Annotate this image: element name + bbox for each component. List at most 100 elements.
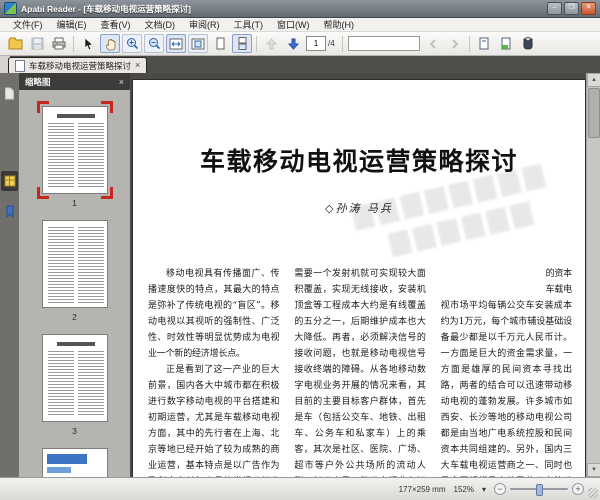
close-button[interactable]: ✕ [581, 2, 596, 15]
zoom-out-button[interactable] [144, 34, 164, 53]
up-arrow-icon [266, 38, 277, 50]
fit-width-icon [169, 38, 183, 50]
thumbnail-page-3[interactable] [42, 334, 108, 422]
page-size-label: 177×259 mm [399, 485, 446, 494]
paragraph: 需要一个发射机就可实现较大面积覆盖，实现无线接收，安装机顶盒等工程成本大约是有线… [294, 266, 425, 477]
save-icon [31, 37, 44, 50]
thumbnail-label: 2 [72, 312, 77, 322]
panel-title: 缩略图 [25, 76, 51, 88]
tab-close-icon[interactable]: × [135, 61, 140, 70]
find-previous-button[interactable] [423, 34, 443, 53]
app-window: Apabi Reader - [车载移动电视运营策略探讨] – ❐ ✕ 文件(F… [0, 0, 600, 500]
menu-view[interactable]: 查看(V) [94, 18, 138, 31]
panel-header: 缩略图 × [19, 73, 130, 90]
toolbar-separator [469, 36, 470, 52]
menu-help[interactable]: 帮助(H) [317, 18, 362, 31]
window-title: Apabi Reader - [车载移动电视运营策略探讨] [21, 3, 191, 15]
zoom-in-button-status[interactable]: + [572, 483, 584, 495]
highlight-tool-button[interactable] [496, 34, 516, 53]
hand-tool-button[interactable] [100, 34, 120, 53]
vertical-scrollbar[interactable]: ▲ ▼ [586, 73, 600, 477]
previous-page-button[interactable] [261, 34, 281, 53]
zoom-dropdown-icon[interactable]: ▾ [482, 485, 486, 494]
paragraph: 视市场平均每辆公交车安装成本约为1万元，每个城市辅设基础设备最少都是以千万元人民… [441, 298, 572, 477]
resize-grip[interactable] [588, 488, 598, 498]
fit-page-icon [191, 38, 205, 50]
maximize-button[interactable]: ❐ [564, 2, 579, 15]
print-button[interactable] [49, 34, 69, 53]
thumbnail-label: 3 [72, 426, 77, 436]
save-button[interactable] [27, 34, 47, 53]
page-total-label: /4 [328, 39, 335, 48]
toolbar-separator [256, 36, 257, 52]
thumbnail-page-4[interactable] [42, 448, 108, 477]
paragraph: 正是看到了这一产业的巨大前景，国内各大中城市都在积极进行数字移动电视的平台搭建和… [148, 362, 279, 477]
cursor-icon [82, 37, 94, 51]
zoom-slider-control: − + [494, 483, 584, 495]
continuous-page-button[interactable] [232, 34, 252, 53]
find-previous-icon [428, 39, 438, 49]
article-title: 车载移动电视运营策略探讨 [133, 142, 585, 178]
navigation-rail [0, 73, 20, 477]
thumbnails-panel-button[interactable] [1, 171, 18, 191]
continuous-page-icon [237, 37, 248, 50]
scroll-down-button[interactable]: ▼ [587, 463, 600, 477]
zoom-out-icon [148, 37, 161, 50]
tab-title: 车载移动电视运营策略探讨 [29, 60, 131, 72]
menu-review[interactable]: 审阅(R) [182, 18, 227, 31]
toolbar-separator [73, 36, 74, 52]
thumbnail-label: 1 [72, 198, 77, 208]
thumbnails-icon [4, 175, 16, 187]
note-icon [522, 37, 534, 50]
status-bar: 177×259 mm 152% ▾ − + [0, 477, 600, 500]
menu-tools[interactable]: 工具(T) [227, 18, 271, 31]
minimize-button[interactable]: – [547, 2, 562, 15]
open-button[interactable] [5, 34, 25, 53]
document-view: 车载移动电视运营策略探讨 ◇孙涛 马兵 移动电视具有传播面广、传播速度快的特点，… [130, 73, 586, 477]
toolbar-separator [342, 36, 343, 52]
hand-icon [104, 37, 117, 51]
thumbnails-panel: 缩略图 × 1 2 3 4 [19, 73, 130, 477]
thumbnail-page-2[interactable] [42, 220, 108, 308]
printer-icon [52, 37, 66, 50]
page-number-input[interactable] [306, 36, 326, 51]
single-page-button[interactable] [210, 34, 230, 53]
zoom-slider-thumb[interactable] [536, 484, 543, 496]
snapshot-icon [478, 37, 490, 50]
panel-close-icon[interactable]: × [119, 77, 124, 87]
find-next-icon [450, 39, 460, 49]
document-page: 车载移动电视运营策略探讨 ◇孙涛 马兵 移动电视具有传播面广、传播速度快的特点，… [132, 79, 586, 477]
menu-bar: 文件(F) 编辑(E) 查看(V) 文档(D) 审阅(R) 工具(T) 窗口(W… [0, 18, 600, 32]
zoom-in-button[interactable] [122, 34, 142, 53]
fit-width-button[interactable] [166, 34, 186, 53]
fit-page-button[interactable] [188, 34, 208, 53]
zoom-out-button-status[interactable]: − [494, 483, 506, 495]
menu-window[interactable]: 窗口(W) [270, 18, 317, 31]
zoom-level-label[interactable]: 152% [454, 485, 474, 494]
note-tool-button[interactable] [518, 34, 538, 53]
toolbar: /4 [0, 32, 600, 56]
single-page-icon [215, 37, 226, 50]
app-icon [4, 2, 17, 15]
bookmarks-panel-button[interactable] [1, 201, 18, 221]
select-tool-button[interactable] [78, 34, 98, 53]
document-tab[interactable]: 车载移动电视运营策略探讨 × [8, 57, 147, 73]
page-icon [4, 87, 15, 100]
paragraph: 移动电视具有传播面广、传播速度快的特点，其最大的特点是弥补了传统电视的“盲区”。… [148, 266, 279, 362]
down-arrow-icon [288, 38, 299, 50]
scroll-up-button[interactable]: ▲ [587, 73, 600, 87]
thumbnail-page-1[interactable] [42, 106, 108, 194]
next-page-button[interactable] [283, 34, 303, 53]
menu-file[interactable]: 文件(F) [6, 18, 50, 31]
menu-edit[interactable]: 编辑(E) [50, 18, 94, 31]
scrollbar-thumb[interactable] [588, 88, 600, 138]
paragraph-fragment: 的资本 [441, 266, 572, 282]
find-next-button[interactable] [445, 34, 465, 53]
zoom-in-icon [126, 37, 139, 50]
snapshot-tool-button[interactable] [474, 34, 494, 53]
menu-document[interactable]: 文档(D) [138, 18, 183, 31]
bookmark-icon [5, 205, 15, 218]
search-input[interactable] [348, 36, 420, 51]
pages-panel-button[interactable] [1, 83, 18, 103]
zoom-slider-track[interactable] [510, 488, 568, 490]
